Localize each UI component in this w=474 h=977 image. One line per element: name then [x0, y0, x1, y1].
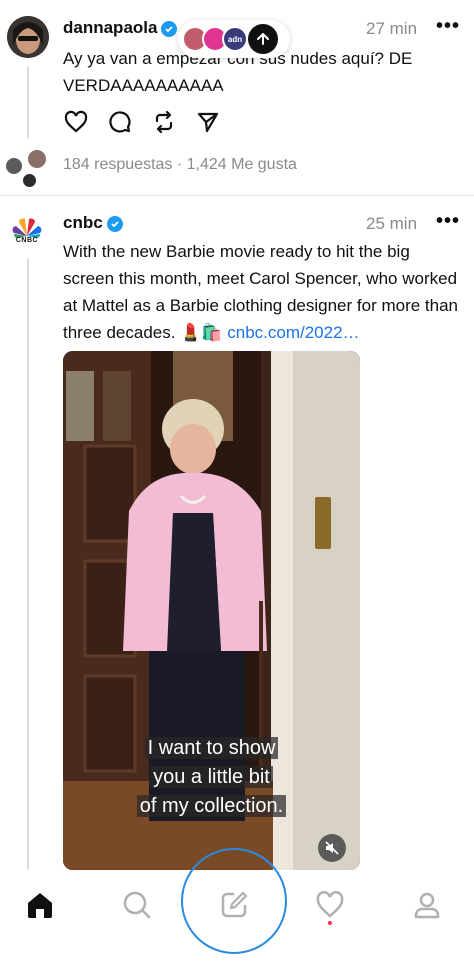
profile-icon — [414, 892, 440, 919]
share-button[interactable] — [195, 109, 221, 135]
more-options-button[interactable]: ••• — [436, 15, 460, 38]
post-text: With the new Barbie movie ready to hit t… — [63, 238, 463, 346]
tab-profile[interactable] — [397, 870, 457, 940]
tap-highlight-ring — [181, 848, 287, 954]
comment-button[interactable] — [107, 109, 133, 135]
caption-line: of my collection. — [136, 795, 287, 817]
post-actions — [63, 109, 221, 135]
cnbc-logo-text: CNBC — [15, 237, 39, 244]
verified-badge-icon — [161, 21, 177, 37]
replier-avatar — [26, 148, 48, 170]
caption-line: I want to show — [144, 737, 279, 759]
speaker-muted-icon — [325, 841, 339, 855]
video-caption: I want to show you a little bit of my co… — [63, 734, 360, 821]
pill-avatar: adn — [222, 26, 248, 52]
search-icon — [123, 891, 151, 919]
new-posts-pill[interactable]: adn — [178, 20, 290, 58]
verified-badge-icon — [107, 216, 123, 232]
repost-icon — [155, 110, 173, 134]
avatar[interactable] — [7, 16, 49, 58]
post-link[interactable]: cnbc.com/2022… — [227, 323, 359, 342]
video-player[interactable]: I want to show you a little bit of my co… — [63, 351, 360, 870]
tab-search[interactable] — [107, 870, 167, 940]
repost-button[interactable] — [151, 109, 177, 135]
thread-line — [27, 66, 29, 138]
post-time: 27 min — [366, 19, 418, 38]
tab-home[interactable] — [10, 870, 70, 940]
tab-activity[interactable] — [300, 870, 360, 940]
like-button[interactable] — [63, 109, 89, 135]
post-time: 25 min — [366, 214, 418, 233]
heart-icon — [64, 110, 88, 133]
post-stats[interactable]: 184 respuestas · 1,424 Me gusta — [63, 156, 297, 174]
username[interactable]: dannapaola — [63, 18, 157, 38]
heart-icon — [316, 891, 344, 918]
home-icon — [28, 893, 52, 918]
caption-line: you a little bit — [150, 766, 273, 788]
scroll-up-button[interactable] — [248, 24, 278, 54]
arrow-up-icon — [257, 33, 269, 45]
send-icon — [197, 112, 219, 133]
mute-button[interactable] — [318, 834, 346, 862]
replier-avatars[interactable] — [6, 148, 50, 188]
thread-line — [27, 258, 29, 878]
avatar-image-icon — [7, 16, 49, 58]
replier-avatar — [6, 158, 22, 174]
replier-avatar — [23, 174, 36, 187]
avatar[interactable]: CNBC — [8, 216, 46, 248]
more-options-button[interactable]: ••• — [436, 210, 460, 233]
username[interactable]: cnbc — [63, 213, 103, 233]
notification-dot — [328, 921, 332, 925]
comment-icon — [109, 111, 131, 133]
